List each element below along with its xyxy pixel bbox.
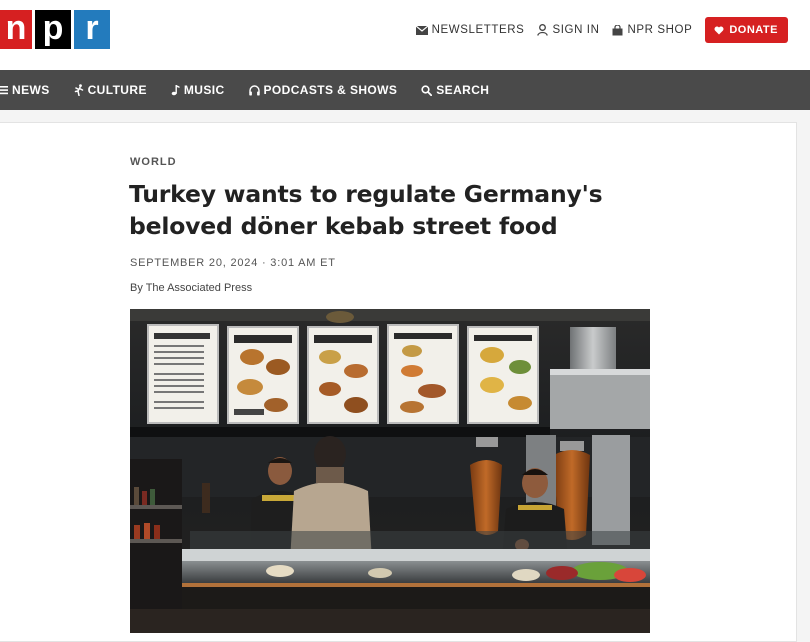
nav-item-news[interactable]: NEWS <box>0 83 50 97</box>
article-headline: Turkey wants to regulate Germany's belov… <box>129 180 603 240</box>
nav-item-culture[interactable]: CULTURE <box>74 83 147 97</box>
sign-in-label: SIGN IN <box>552 24 600 36</box>
logo-letter-r: r <box>74 10 110 49</box>
npr-logo[interactable]: n p r <box>0 10 113 49</box>
main-nav: NEWS CULTURE MUSIC PODCASTS & SHOWS SEAR… <box>0 70 810 110</box>
music-note-icon <box>171 85 180 96</box>
shop-label: NPR SHOP <box>627 24 693 36</box>
heart-icon <box>714 26 724 34</box>
donate-button[interactable]: DONATE <box>705 17 788 43</box>
lead-photo[interactable] <box>130 309 650 633</box>
menu-icon <box>0 86 8 95</box>
shopping-bag-icon <box>612 24 623 35</box>
figure-icon <box>74 84 83 96</box>
top-header: n p r NEWSLETTERS SIGN IN NPR SHOP DONAT… <box>0 0 810 70</box>
logo-letter-p: p <box>35 10 71 49</box>
nav-label-culture: CULTURE <box>87 83 147 97</box>
nav-item-music[interactable]: MUSIC <box>171 83 225 97</box>
nav-item-podcasts[interactable]: PODCASTS & SHOWS <box>248 83 398 97</box>
nav-label-music: MUSIC <box>183 83 225 97</box>
utility-links: NEWSLETTERS SIGN IN NPR SHOP DONATE <box>415 17 810 43</box>
user-icon <box>537 24 549 36</box>
envelope-icon <box>415 25 428 35</box>
newsletters-label: NEWSLETTERS <box>431 24 525 36</box>
newsletters-link[interactable]: NEWSLETTERS <box>415 24 525 36</box>
section-slug[interactable]: WORLD <box>130 156 177 168</box>
article-byline: By The Associated Press <box>130 282 253 294</box>
donate-label: DONATE <box>729 24 778 36</box>
nav-label-search: SEARCH <box>436 83 490 97</box>
headphones-icon <box>248 84 260 95</box>
search-icon <box>421 84 433 96</box>
logo-letter-n: n <box>0 10 32 49</box>
shop-link[interactable]: NPR SHOP <box>612 24 692 36</box>
nav-item-search[interactable]: SEARCH <box>421 83 489 97</box>
sign-in-link[interactable]: SIGN IN <box>537 24 599 36</box>
menu-boards <box>147 324 539 424</box>
article-date: SEPTEMBER 20, 2024 · 3:01 AM ET <box>130 257 336 269</box>
nav-label-podcasts: PODCASTS & SHOWS <box>263 83 398 97</box>
nav-label-news: NEWS <box>12 83 50 97</box>
